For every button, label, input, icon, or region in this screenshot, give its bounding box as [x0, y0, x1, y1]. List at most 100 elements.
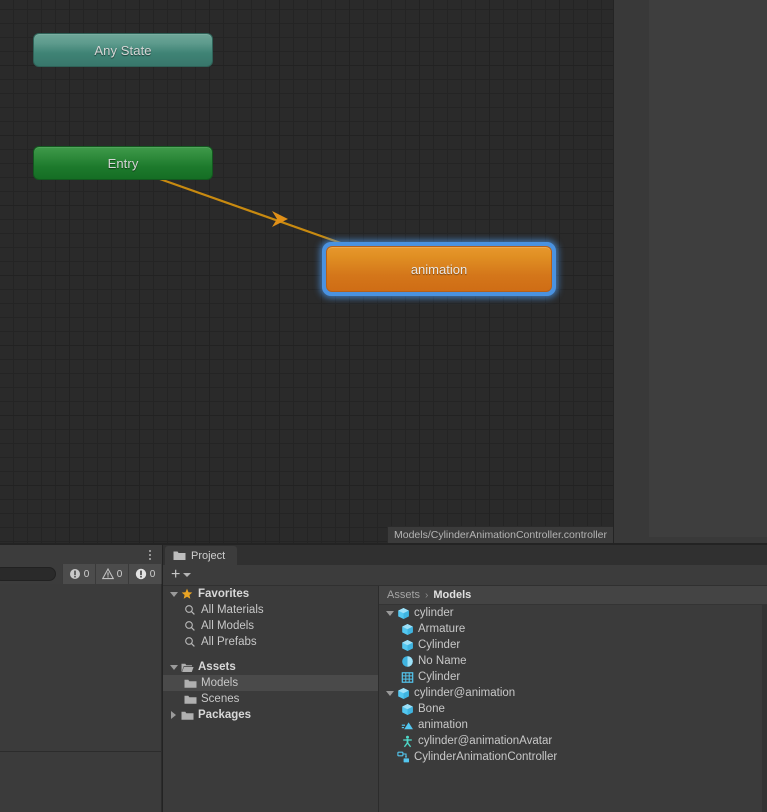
tree-item-all-models[interactable]: All Models	[163, 618, 378, 634]
twisty-down-icon[interactable]	[383, 610, 396, 616]
asset-label: No Name	[418, 655, 467, 667]
asset-row-animation-clip[interactable]: animation	[379, 717, 767, 733]
tab-label: Project	[191, 549, 226, 562]
project-folder-tree[interactable]: Favorites All Materials All Models All P…	[163, 586, 379, 812]
tree-item-all-prefabs[interactable]: All Prefabs	[163, 634, 378, 650]
asset-row-armature[interactable]: Armature	[379, 621, 767, 637]
avatar-icon	[400, 734, 414, 748]
error-count: 0	[149, 568, 156, 580]
prefab-model-icon	[396, 686, 410, 700]
star-icon	[180, 587, 194, 601]
log-icon	[69, 569, 80, 579]
mesh-icon	[400, 670, 414, 684]
chevron-down-icon	[183, 573, 192, 577]
warning-icon	[101, 568, 114, 580]
console-search-input[interactable]	[0, 567, 56, 581]
tree-label: Favorites	[198, 588, 250, 600]
animator-window: Any State Entry animation Models/Cylinde…	[0, 0, 613, 543]
node-label: animation	[410, 261, 468, 277]
breadcrumb-separator-icon: ›	[425, 589, 429, 601]
animator-controller-icon	[396, 750, 410, 764]
folder-icon	[183, 676, 197, 690]
console-message-list[interactable]	[0, 584, 162, 752]
search-icon	[183, 635, 197, 649]
material-icon	[400, 654, 414, 668]
breadcrumb-root[interactable]: Assets	[387, 589, 420, 601]
asset-row-bone[interactable]: Bone	[379, 701, 767, 717]
asset-row-cylinder-mesh[interactable]: Cylinder	[379, 669, 767, 685]
folder-icon	[183, 692, 197, 706]
console-tabbar	[0, 545, 162, 565]
tree-item-packages[interactable]: Packages	[163, 707, 378, 723]
warning-count: 0	[116, 568, 123, 580]
tree-label: Packages	[198, 709, 252, 721]
tree-item-all-materials[interactable]: All Materials	[163, 602, 378, 618]
add-asset-button[interactable]: +	[171, 566, 192, 583]
prefab-model-icon	[400, 638, 414, 652]
folder-icon	[180, 708, 194, 722]
project-window: Project + Favorites All Materials All Mo…	[163, 545, 767, 812]
breadcrumb: Assets › Models	[379, 586, 767, 605]
asset-label: Cylinder	[418, 639, 461, 651]
project-asset-list[interactable]: Assets › Models cylinder Armature Cylind…	[379, 586, 767, 812]
tree-label: All Materials	[201, 604, 264, 616]
asset-row-cylinder-child[interactable]: Cylinder	[379, 637, 767, 653]
node-label: Entry	[107, 155, 139, 171]
asset-label: cylinder@animation	[414, 687, 516, 699]
right-side-panel	[613, 0, 767, 543]
node-label: Any State	[94, 42, 152, 58]
asset-label: CylinderAnimationController	[414, 751, 558, 763]
asset-label: Bone	[418, 703, 445, 715]
console-warning-counter[interactable]: 0	[95, 564, 128, 584]
animator-node-animation[interactable]: animation	[326, 246, 552, 292]
tree-label: All Prefabs	[201, 636, 257, 648]
asset-list-scrollbar[interactable]	[762, 605, 767, 812]
asset-row-cylinder-animation[interactable]: cylinder@animation	[379, 685, 767, 701]
twisty-right-icon[interactable]	[167, 711, 180, 719]
tree-item-scenes[interactable]: Scenes	[163, 691, 378, 707]
kebab-menu-icon[interactable]	[148, 548, 152, 562]
twisty-down-icon[interactable]	[167, 591, 180, 597]
twisty-down-icon[interactable]	[167, 664, 180, 670]
twisty-down-icon[interactable]	[383, 690, 396, 696]
breadcrumb-current[interactable]: Models	[433, 589, 471, 601]
animator-node-animation-selection-glow: animation	[322, 242, 556, 296]
asset-row-avatar[interactable]: cylinder@animationAvatar	[379, 733, 767, 749]
console-detail-pane[interactable]	[0, 752, 162, 812]
asset-label: Cylinder	[418, 671, 461, 683]
tree-item-favorites[interactable]: Favorites	[163, 586, 378, 602]
prefab-model-icon	[400, 702, 414, 716]
prefab-model-icon	[396, 606, 410, 620]
animator-node-entry[interactable]: Entry	[33, 146, 213, 180]
folder-open-icon	[180, 660, 194, 674]
project-toolbar: +	[163, 565, 767, 586]
tree-item-assets[interactable]: Assets	[163, 659, 378, 675]
tree-label: Models	[201, 677, 239, 689]
tree-label: Scenes	[201, 693, 240, 705]
asset-label: cylinder@animationAvatar	[418, 735, 553, 747]
tree-item-models[interactable]: Models	[163, 675, 378, 691]
animator-breadcrumb[interactable]: Models/CylinderAnimationController.contr…	[386, 526, 613, 543]
tab-project[interactable]: Project	[165, 546, 238, 565]
console-window: 0 0 0	[0, 545, 162, 812]
tree-label: All Models	[201, 620, 255, 632]
asset-label: cylinder	[414, 607, 454, 619]
tree-label: Assets	[198, 661, 236, 673]
log-count: 0	[83, 568, 90, 580]
plus-icon: +	[171, 566, 181, 583]
error-icon	[135, 568, 146, 580]
animator-node-any-state[interactable]: Any State	[33, 33, 213, 67]
project-tabbar: Project	[163, 545, 767, 565]
console-log-counter[interactable]: 0	[62, 564, 95, 584]
console-error-counter[interactable]: 0	[128, 564, 161, 584]
asset-row-no-name[interactable]: No Name	[379, 653, 767, 669]
asset-row-animator-controller[interactable]: CylinderAnimationController	[379, 749, 767, 765]
asset-label: Armature	[418, 623, 466, 635]
folder-icon	[173, 551, 186, 560]
animation-clip-icon	[400, 718, 414, 732]
asset-row-cylinder[interactable]: cylinder	[379, 605, 767, 621]
search-icon	[183, 603, 197, 617]
right-side-panel-content	[649, 0, 767, 537]
search-icon	[183, 619, 197, 633]
